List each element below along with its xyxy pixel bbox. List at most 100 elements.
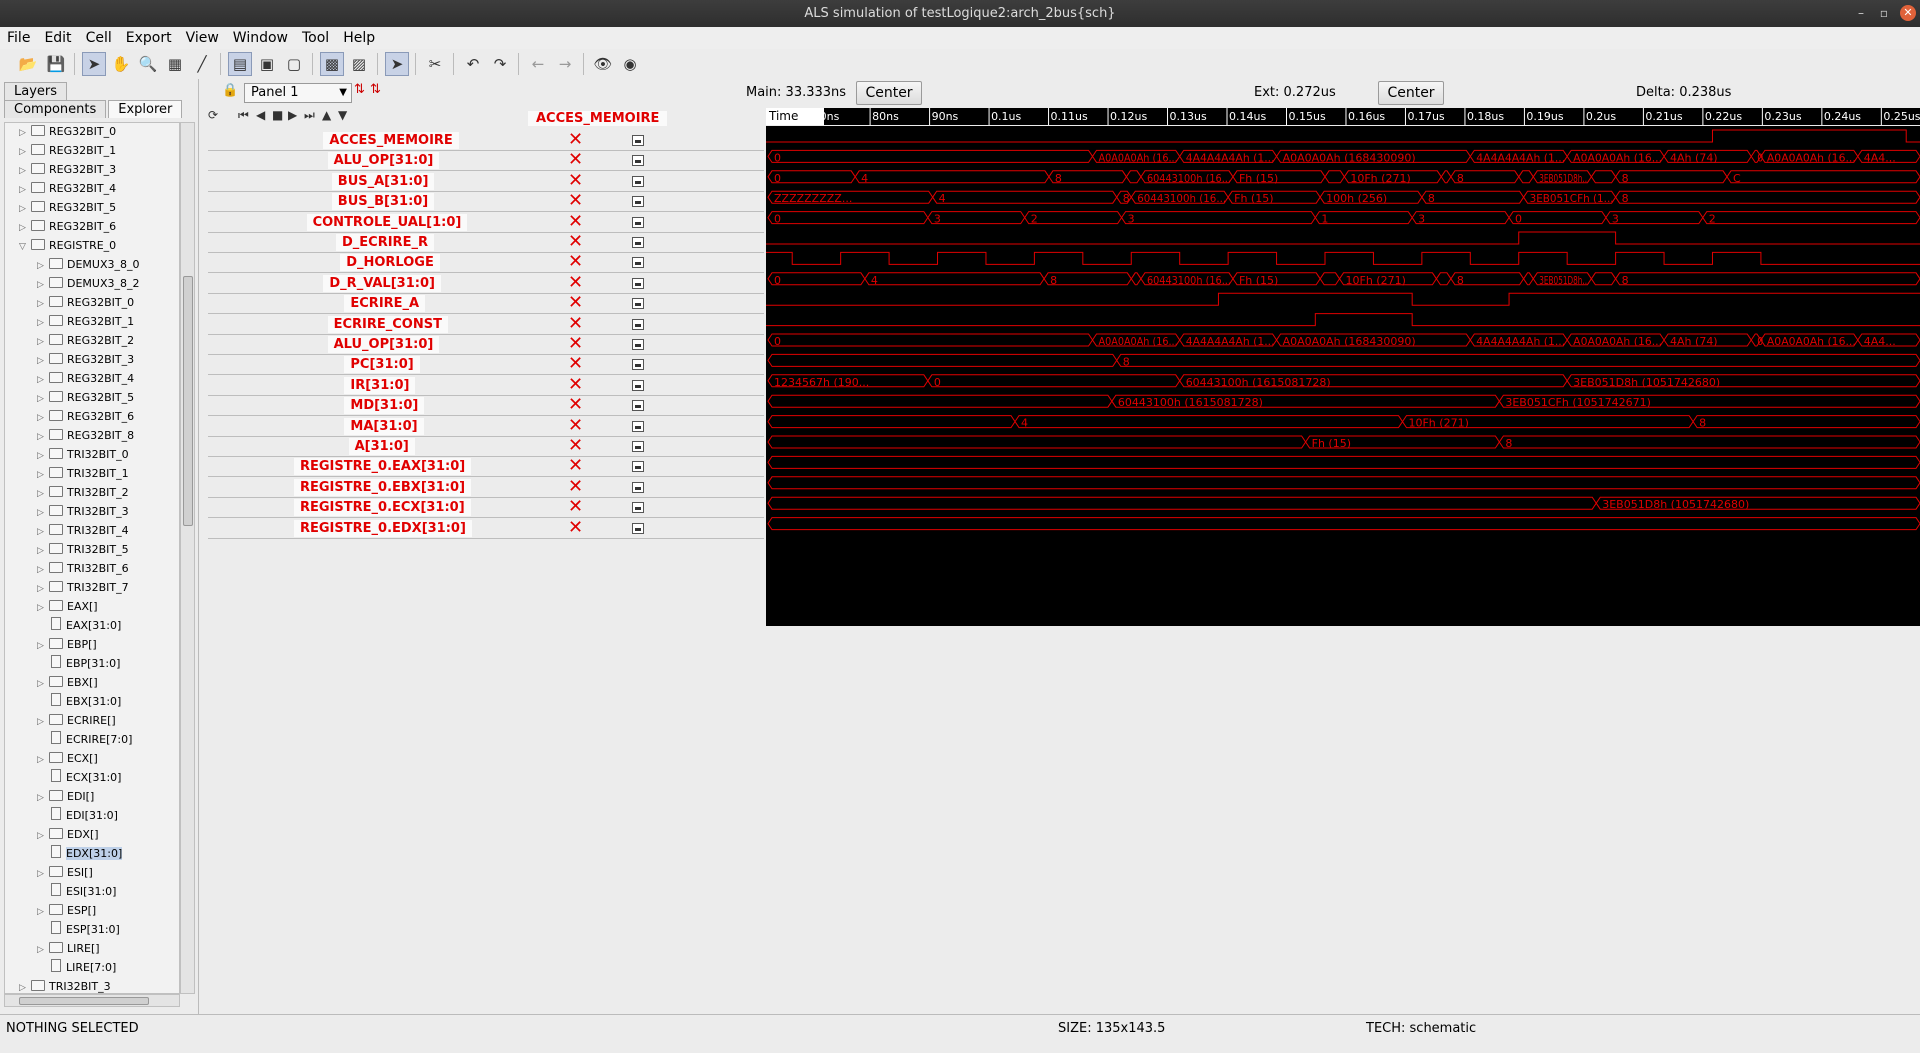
expand-icon[interactable]: ▷ — [37, 409, 49, 427]
expand-icon[interactable]: ▷ — [37, 599, 49, 617]
signal-row[interactable]: MD[31:0] ✕ — [208, 395, 764, 417]
signal-row[interactable]: BUS_A[31:0] ✕ — [208, 170, 764, 192]
signal-options-icon[interactable] — [632, 461, 644, 473]
signal-options-icon[interactable] — [632, 481, 644, 493]
signal-name[interactable]: A[31:0] — [348, 438, 415, 455]
expand-icon[interactable]: ▷ — [19, 200, 31, 218]
tree-item[interactable]: ▷ ECX[] — [37, 750, 98, 768]
remove-signal-icon[interactable]: ✕ — [568, 211, 583, 232]
tree-item[interactable]: ▷ REG32BIT_4 — [19, 180, 116, 198]
signal-options-icon[interactable] — [632, 441, 644, 452]
expand-icon[interactable]: ▷ — [19, 124, 31, 142]
tree-item[interactable]: EAX[31:0] — [37, 617, 121, 635]
tree-item[interactable]: LIRE[7:0] — [37, 959, 116, 977]
signal-row[interactable]: REGISTRE_0.ECX[31:0] ✕ — [208, 497, 764, 519]
tree-item[interactable]: ▷ REG32BIT_6 — [37, 408, 134, 426]
expand-icon[interactable]: ▷ — [37, 428, 49, 446]
signal-row[interactable]: ALU_OP[31:0] ✕ — [208, 150, 764, 172]
tree-item[interactable]: ▷ REG32BIT_1 — [19, 142, 116, 160]
save-icon[interactable]: 💾 — [44, 52, 68, 76]
expand-icon[interactable]: ▷ — [37, 789, 49, 807]
remove-signal-icon[interactable]: ✕ — [568, 456, 583, 476]
signal-row[interactable]: IR[31:0] ✕ — [208, 374, 764, 396]
lock-icon[interactable]: 🔒 — [222, 83, 238, 98]
tree-item[interactable]: ▷ ESP[] — [37, 902, 96, 920]
menu-file[interactable]: File — [0, 27, 37, 49]
waveform-canvas[interactable]: 0 A0A0A0Ah (16... 4A4A4A4Ah (1... A0A0A0Ah … — [766, 126, 1920, 626]
expand-icon[interactable]: ▷ — [37, 865, 49, 883]
menu-cell[interactable]: Cell — [79, 27, 119, 49]
remove-signal-icon[interactable]: ✕ — [568, 497, 583, 517]
tree-item[interactable]: ▷ REG32BIT_3 — [37, 351, 134, 369]
remove-signal-icon[interactable]: ✕ — [568, 313, 583, 334]
tree-item[interactable]: ▷ REG32BIT_0 — [19, 123, 116, 141]
full-select-icon[interactable]: ▤ — [228, 52, 252, 76]
remove-signal-icon[interactable]: ✕ — [568, 293, 583, 313]
expand-icon[interactable]: ▷ — [37, 713, 49, 731]
remove-signal-icon[interactable]: ✕ — [568, 272, 583, 293]
stop-icon[interactable]: ■ — [272, 108, 283, 130]
tree-item[interactable]: ▷ TRI32BIT_6 — [37, 560, 129, 578]
signal-row[interactable]: A[31:0] ✕ — [208, 436, 764, 457]
remove-signal-icon[interactable]: ✕ — [568, 517, 583, 538]
signal-options-icon[interactable] — [632, 277, 644, 289]
signal-name[interactable]: REGISTRE_0.EBX[31:0] — [294, 478, 472, 496]
tree-vertical-scrollbar[interactable] — [180, 122, 195, 994]
cut-icon[interactable]: ✂ — [423, 52, 447, 76]
fast-forward-icon[interactable]: ⏭ — [304, 108, 315, 130]
signal-row[interactable]: BUS_B[31:0] ✕ — [208, 191, 764, 213]
signal-row[interactable]: ALU_OP[31:0] ✕ — [208, 334, 764, 355]
maximize-icon[interactable]: ▫ — [1880, 0, 1888, 27]
tree-item[interactable]: ▷ REG32BIT_5 — [37, 389, 134, 407]
menu-edit[interactable]: Edit — [37, 27, 78, 49]
tree-item[interactable]: ▷ TRI32BIT_1 — [37, 465, 129, 483]
signal-name[interactable]: REGISTRE_0.ECX[31:0] — [294, 499, 471, 517]
tree-item[interactable]: ▷ EDI[] — [37, 788, 94, 806]
tree-item[interactable]: ▷ EBX[] — [37, 674, 98, 692]
panel-select[interactable]: Panel 1 ▼ — [244, 83, 352, 103]
signal-name[interactable]: D_HORLOGE — [340, 254, 440, 272]
tab-explorer[interactable]: Explorer — [108, 100, 183, 118]
remove-signal-icon[interactable]: ✕ — [568, 395, 583, 415]
expand-icon[interactable]: ▷ — [19, 979, 31, 993]
expand-icon[interactable]: ▷ — [37, 675, 49, 693]
expand-icon[interactable]: ▷ — [37, 941, 49, 959]
signal-options-icon[interactable] — [632, 379, 644, 391]
tree-item[interactable]: EBP[31:0] — [37, 655, 120, 673]
tree-item[interactable]: ▷ REG32BIT_3 — [19, 161, 116, 179]
remove-signal-icon[interactable]: ✕ — [568, 191, 583, 211]
tree-horizontal-scrollbar[interactable] — [4, 994, 180, 1007]
tree-item[interactable]: ▷ REG32BIT_1 — [37, 313, 134, 331]
step-back-icon[interactable]: ◀ — [256, 108, 265, 130]
remove-signal-icon[interactable]: ✕ — [568, 150, 583, 170]
easy-select-icon[interactable]: ▢ — [282, 52, 306, 76]
pointer-icon[interactable]: ➤ — [385, 52, 409, 76]
expand-icon[interactable]: ▷ — [37, 580, 49, 598]
tree-item[interactable]: EDX[31:0] — [37, 845, 123, 863]
signal-options-icon[interactable] — [632, 175, 644, 187]
tab-layers[interactable]: Layers — [4, 82, 68, 100]
tree-item[interactable]: ▷ REG32BIT_4 — [37, 370, 134, 388]
tree-item[interactable]: ▷ TRI32BIT_3 — [37, 503, 129, 521]
ext-center-button[interactable]: Center — [1378, 81, 1444, 105]
tree-item[interactable]: ▷ TRI32BIT_2 — [37, 484, 129, 502]
tree-item[interactable]: ▷ TRI32BIT_5 — [37, 541, 129, 559]
signal-options-icon[interactable] — [632, 359, 644, 371]
signal-row[interactable]: ACCES_MEMOIRE ✕ — [208, 130, 764, 151]
minimize-icon[interactable]: – — [1858, 0, 1864, 27]
main-center-button[interactable]: Center — [856, 81, 922, 105]
tree-item[interactable]: ▷ REG32BIT_6 — [19, 218, 116, 236]
signal-row[interactable]: D_R_VAL[31:0] ✕ — [208, 272, 764, 294]
remove-signal-icon[interactable]: ✕ — [568, 476, 583, 497]
tree-item[interactable]: ▷ TRI32BIT_0 — [37, 446, 129, 464]
forward-icon[interactable]: → — [553, 52, 577, 76]
signal-row[interactable]: CONTROLE_UAL[1:0] ✕ — [208, 211, 764, 233]
remove-signal-icon[interactable]: ✕ — [568, 374, 583, 395]
signal-name[interactable]: PC[31:0] — [344, 356, 420, 374]
signal-name[interactable]: MD[31:0] — [344, 397, 425, 415]
signal-options-icon[interactable] — [632, 318, 644, 330]
expand-icon[interactable]: ▷ — [19, 143, 31, 161]
menu-help[interactable]: Help — [336, 27, 382, 49]
expand-icon[interactable]: ▷ — [37, 276, 49, 294]
expand-icon[interactable]: ▷ — [37, 903, 49, 921]
